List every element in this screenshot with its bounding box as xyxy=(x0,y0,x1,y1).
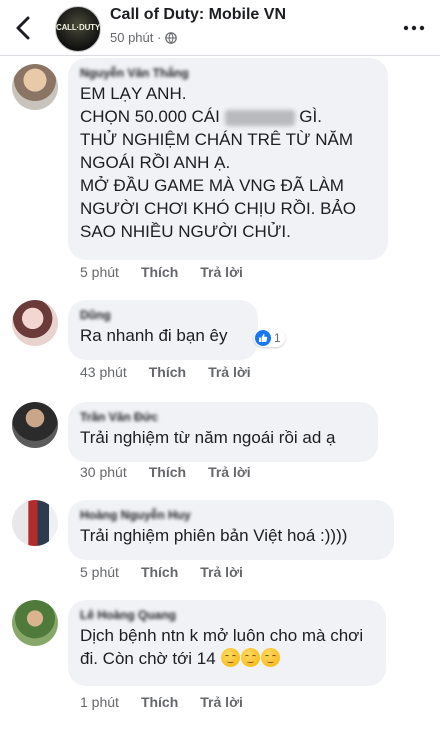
comment-text: Trải nghiệm phiên bản Việt hoá :)))) xyxy=(80,526,348,545)
comment-author[interactable]: Lê Hoàng Quang xyxy=(80,608,374,624)
comment-author[interactable]: Dũng xyxy=(80,308,246,324)
comment-bubble: Hoàng Nguyễn Huy Trải nghiệm phiên bản V… xyxy=(68,500,394,560)
comment-time: 30 phút xyxy=(80,464,127,480)
reply-link[interactable]: Trả lời xyxy=(200,264,243,280)
comment-text: Dịch bệnh ntn k mở luôn cho mà chơi đi. … xyxy=(80,626,364,668)
like-link[interactable]: Thích xyxy=(141,264,178,280)
post-meta: 50 phút · xyxy=(110,30,178,45)
reply-link[interactable]: Trả lời xyxy=(208,364,251,380)
page-title[interactable]: Call of Duty: Mobile VN xyxy=(110,6,286,24)
comment-time: 43 phút xyxy=(80,364,127,380)
pensive-face-icon xyxy=(261,648,281,667)
commenter-avatar[interactable] xyxy=(12,600,58,646)
back-arrow-icon[interactable] xyxy=(10,14,38,42)
more-options-icon[interactable] xyxy=(402,16,426,40)
comment-text: EM LẠY ANH. CHỌN 50.000 CÁI GÌ. THỬ NGHI… xyxy=(80,84,357,241)
page-avatar[interactable]: CALL·DUTY xyxy=(55,6,101,52)
comment-text: Trải nghiệm từ năm ngoái rồi ad ạ xyxy=(80,428,336,447)
comment-actions: 1 phút Thích Trả lời xyxy=(80,694,243,710)
comment-author[interactable]: Hoàng Nguyễn Huy xyxy=(80,508,382,524)
comment-bubble: Trần Văn Đức Trải nghiệm từ năm ngoái rồ… xyxy=(68,402,378,462)
commenter-avatar[interactable] xyxy=(12,300,58,346)
like-link[interactable]: Thích xyxy=(141,694,178,710)
comment-bubble: Lê Hoàng Quang Dịch bệnh ntn k mở luôn c… xyxy=(68,600,386,686)
commenter-avatar[interactable] xyxy=(12,402,58,448)
comment-bubble: Dũng Ra nhanh đi bạn êy xyxy=(68,300,258,360)
reaction-badge[interactable]: 1 xyxy=(254,329,285,347)
comment-time: 5 phút xyxy=(80,264,119,280)
page-header: CALL·DUTY Call of Duty: Mobile VN 50 phú… xyxy=(0,0,440,56)
commenter-avatar[interactable] xyxy=(12,64,58,110)
commenter-avatar[interactable] xyxy=(12,500,58,546)
comment-author[interactable]: Trần Văn Đức xyxy=(80,410,366,426)
comment-text: Ra nhanh đi bạn êy xyxy=(80,326,228,345)
comment-actions: 43 phút Thích Trả lời xyxy=(80,364,251,380)
comment-actions: 5 phút Thích Trả lời xyxy=(80,264,243,280)
like-link[interactable]: Thích xyxy=(141,564,178,580)
reply-link[interactable]: Trả lời xyxy=(208,464,251,480)
comment-actions: 5 phút Thích Trả lời xyxy=(80,564,243,580)
page-logo-text: CALL·DUTY xyxy=(56,23,100,32)
comment-actions: 30 phút Thích Trả lời xyxy=(80,464,251,480)
comment-time: 5 phút xyxy=(80,564,119,580)
reply-link[interactable]: Trả lời xyxy=(200,564,243,580)
like-link[interactable]: Thích xyxy=(149,464,186,480)
post-time: 50 phút · xyxy=(110,30,162,45)
thumbs-up-icon xyxy=(255,330,271,346)
globe-icon xyxy=(165,31,178,44)
pensive-face-icon xyxy=(221,648,241,667)
redacted-text xyxy=(224,109,295,126)
like-link[interactable]: Thích xyxy=(149,364,186,380)
comment-bubble: Nguyễn Văn Thắng EM LẠY ANH. CHỌN 50.000… xyxy=(68,58,388,260)
pensive-face-icon xyxy=(241,648,261,667)
reply-link[interactable]: Trả lời xyxy=(200,694,243,710)
comment-time: 1 phút xyxy=(80,694,119,710)
reaction-count: 1 xyxy=(274,331,281,345)
comment-author[interactable]: Nguyễn Văn Thắng xyxy=(80,66,376,82)
